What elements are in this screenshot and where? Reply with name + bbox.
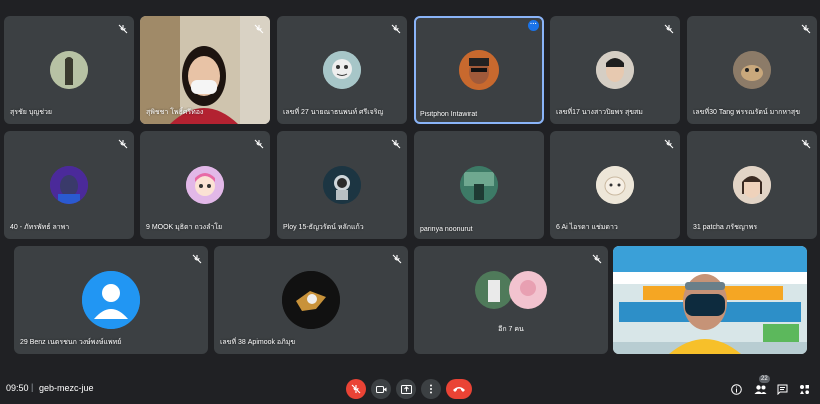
mic-off-icon bbox=[664, 136, 674, 149]
others-count-label: อีก 7 คน bbox=[498, 326, 524, 333]
mic-off-icon bbox=[192, 251, 202, 264]
others-tile[interactable]: อีก 7 คน bbox=[414, 246, 608, 354]
participant-tile[interactable]: สุรชัย บุญช่วย bbox=[4, 16, 134, 124]
participant-avatar bbox=[323, 166, 361, 204]
more-options-button[interactable] bbox=[421, 379, 441, 399]
participant-avatar bbox=[596, 51, 634, 89]
mic-off-icon bbox=[254, 136, 264, 149]
participant-tile[interactable]: 6 Ai ไอรดา แช่มดาว bbox=[550, 131, 680, 239]
people-button[interactable] bbox=[753, 382, 767, 396]
more-options-icon[interactable]: ··· bbox=[528, 20, 539, 31]
participant-tile[interactable]: 9 MOOK มุธิตา ถวงลำโย bbox=[140, 131, 270, 239]
phone-hangup-icon bbox=[453, 387, 465, 392]
mic-off-icon bbox=[391, 21, 401, 34]
present-screen-icon bbox=[400, 384, 412, 394]
participant-tile[interactable]: Ploy 15-ธัญวรัตน์ หลักแก้ว bbox=[277, 131, 407, 239]
mic-off-icon bbox=[351, 384, 361, 394]
participant-name: 6 Ai ไอรดา แช่มดาว bbox=[556, 224, 618, 231]
mic-off-icon bbox=[118, 21, 128, 34]
participant-name: 40 - ภัทรพัทธ์ ลาพา bbox=[10, 224, 70, 231]
participant-name: เลขที่30 Tang พรรณรัตน์ มากหาสุข bbox=[693, 109, 800, 116]
camera-icon bbox=[375, 385, 386, 393]
participant-tile[interactable]: เลขที่17 นางสาวปิยพร สุขสม bbox=[550, 16, 680, 124]
participant-tile[interactable]: 29 Benz เนตรชนก วงษ์พงษ์แพทย์ bbox=[14, 246, 208, 354]
mic-off-icon bbox=[801, 21, 811, 34]
mic-off-icon bbox=[664, 21, 674, 34]
participant-name: สุพิชชา โพธิ์ศรีทอง bbox=[146, 109, 204, 116]
participant-tile[interactable]: 31 patcha ภรัชญาพร bbox=[687, 131, 817, 239]
participant-name: สุรชัย บุญช่วย bbox=[10, 109, 53, 116]
presenter-video bbox=[613, 246, 807, 354]
info-icon bbox=[730, 383, 742, 395]
participant-tile[interactable]: parinya noonurut bbox=[414, 131, 544, 239]
default-avatar bbox=[82, 271, 140, 329]
mic-off-icon bbox=[391, 136, 401, 149]
participant-name: 31 patcha ภรัชญาพร bbox=[693, 224, 758, 231]
participant-name: เลขที่ 27 นายณาธนพนท์ ศรีเจริญ bbox=[283, 109, 384, 116]
participant-avatar bbox=[459, 50, 499, 90]
participant-tile[interactable]: สุพิชชา โพธิ์ศรีทอง bbox=[140, 16, 270, 124]
mic-off-icon bbox=[254, 21, 264, 34]
separator: | bbox=[31, 382, 34, 392]
people-icon bbox=[754, 384, 766, 394]
others-avatars bbox=[472, 268, 552, 312]
mic-off-icon bbox=[801, 136, 811, 149]
participant-avatar bbox=[733, 166, 771, 204]
camera-toggle-button[interactable] bbox=[371, 379, 391, 399]
present-screen-button[interactable] bbox=[396, 379, 416, 399]
participant-name: เลขที่17 นางสาวปิยพร สุขสม bbox=[556, 109, 643, 116]
activities-icon bbox=[799, 384, 809, 394]
more-vert-icon bbox=[430, 384, 432, 394]
participant-name: Pisitphon Intawirat bbox=[420, 111, 478, 118]
participant-name: 29 Benz เนตรชนก วงษ์พงษ์แพทย์ bbox=[20, 339, 122, 346]
participant-tile[interactable]: เลขที่ 38 Apimook อภิมุข bbox=[214, 246, 408, 354]
leave-call-button[interactable] bbox=[446, 379, 472, 399]
participant-avatar bbox=[186, 166, 224, 204]
participant-avatar bbox=[50, 51, 88, 89]
participant-name: 9 MOOK มุธิตา ถวงลำโย bbox=[146, 224, 223, 231]
chat-icon bbox=[777, 384, 787, 395]
bottom-toolbar: 09:50 | geb-mezc-jue 22 bbox=[0, 372, 820, 404]
activities-button[interactable] bbox=[797, 382, 811, 396]
participant-avatar bbox=[460, 166, 498, 204]
chat-button[interactable] bbox=[775, 382, 789, 396]
participant-tile-active[interactable]: ··· Pisitphon Intawirat bbox=[414, 16, 544, 124]
participant-avatar bbox=[50, 166, 88, 204]
participant-name: Ploy 15-ธัญวรัตน์ หลักแก้ว bbox=[283, 224, 364, 231]
mic-off-icon bbox=[592, 251, 602, 264]
presenter-video-tile[interactable] bbox=[613, 246, 807, 354]
participant-name: เลขที่ 38 Apimook อภิมุข bbox=[220, 339, 296, 346]
participant-name: parinya noonurut bbox=[420, 226, 473, 233]
participant-avatar bbox=[282, 271, 340, 329]
participant-avatar bbox=[323, 51, 361, 89]
clock-time: 09:50 bbox=[6, 383, 29, 393]
participant-tile[interactable]: เลขที่30 Tang พรรณรัตน์ มากหาสุข bbox=[687, 16, 817, 124]
mic-toggle-button[interactable] bbox=[346, 379, 366, 399]
participant-avatar bbox=[733, 51, 771, 89]
meeting-code: geb-mezc-jue bbox=[39, 383, 94, 393]
mic-off-icon bbox=[118, 136, 128, 149]
participant-tile[interactable]: เลขที่ 27 นายณาธนพนท์ ศรีเจริญ bbox=[277, 16, 407, 124]
mic-off-icon bbox=[392, 251, 402, 264]
participant-avatar bbox=[596, 166, 634, 204]
participant-tile[interactable]: 40 - ภัทรพัทธ์ ลาพา bbox=[4, 131, 134, 239]
info-button[interactable] bbox=[729, 382, 743, 396]
